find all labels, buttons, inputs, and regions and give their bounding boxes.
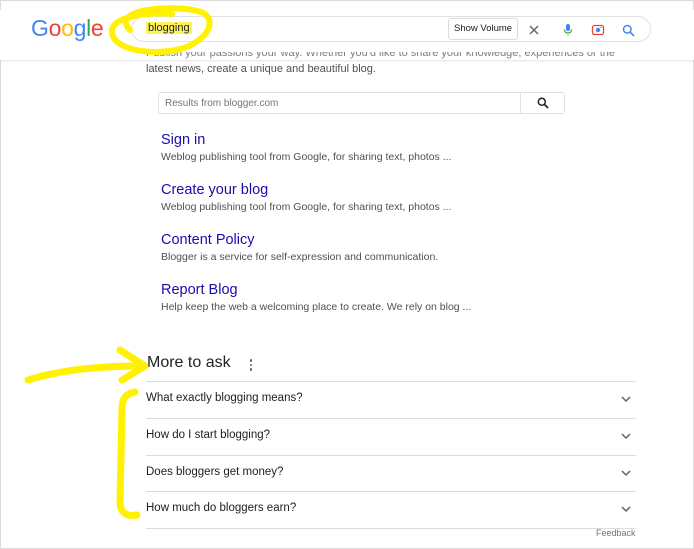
sitelink-description: Weblog publishing tool from Google, for … xyxy=(161,151,452,163)
show-volume-button[interactable]: Show Volume xyxy=(448,18,519,40)
search-query-text: blogging xyxy=(146,22,192,34)
sitelink: Content Policy Blogger is a service for … xyxy=(161,231,581,264)
question-item[interactable]: What exactly blogging means? xyxy=(146,381,636,417)
more-options-icon[interactable] xyxy=(247,357,255,373)
logo-letter: g xyxy=(73,15,87,41)
mic-icon[interactable] xyxy=(559,21,577,39)
chevron-down-icon xyxy=(621,396,631,403)
sitelink-title[interactable]: Sign in xyxy=(161,131,581,149)
question-text: How much do bloggers earn? xyxy=(146,502,297,514)
result-snippet: Publish your passions your way. Whether … xyxy=(146,52,626,77)
search-input[interactable]: blogging Show Volume xyxy=(131,16,651,42)
chevron-down-icon xyxy=(621,506,631,513)
google-logo[interactable]: Google xyxy=(31,15,104,42)
search-icon[interactable] xyxy=(619,21,637,39)
sitelink-title[interactable]: Create your blog xyxy=(161,181,581,199)
sitelink-title[interactable]: Content Policy xyxy=(161,231,581,249)
snippet-line-clipped: Publish your passions your way. Whether … xyxy=(146,52,616,59)
question-item[interactable]: Does bloggers get money? xyxy=(146,455,636,491)
search-icon xyxy=(537,97,549,109)
question-item[interactable]: How much do bloggers earn? xyxy=(146,491,636,527)
sitelink-title[interactable]: Report Blog xyxy=(161,281,581,299)
sitelink: Sign in Weblog publishing tool from Goog… xyxy=(161,131,581,164)
close-icon[interactable] xyxy=(525,21,543,39)
more-to-ask-heading: More to ask xyxy=(147,354,231,371)
site-search-box xyxy=(158,92,565,114)
logo-letter: o xyxy=(61,15,74,41)
question-text: What exactly blogging means? xyxy=(146,392,303,404)
lens-icon[interactable] xyxy=(589,21,607,39)
feedback-link[interactable]: Feedback xyxy=(596,528,636,538)
chevron-down-icon xyxy=(621,470,631,477)
sitelink-description: Blogger is a service for self-expression… xyxy=(161,251,439,263)
sitelink-description: Help keep the web a welcoming place to c… xyxy=(161,301,472,313)
snippet-line: latest news, create a unique and beautif… xyxy=(146,63,376,75)
question-item[interactable]: How do I start blogging? xyxy=(146,418,636,454)
logo-letter: e xyxy=(90,15,104,41)
sitelink-description: Weblog publishing tool from Google, for … xyxy=(161,201,452,213)
sitelink: Report Blog Help keep the web a welcomin… xyxy=(161,281,581,314)
divider xyxy=(146,528,636,529)
logo-letter: o xyxy=(48,15,62,41)
question-text: How do I start blogging? xyxy=(146,429,271,441)
question-text: Does bloggers get money? xyxy=(146,466,284,478)
sitelink: Create your blog Weblog publishing tool … xyxy=(161,181,581,214)
site-search-button[interactable] xyxy=(520,93,564,113)
logo-letter: G xyxy=(31,15,49,41)
site-search-input[interactable] xyxy=(159,93,521,113)
chevron-down-icon xyxy=(621,433,631,440)
